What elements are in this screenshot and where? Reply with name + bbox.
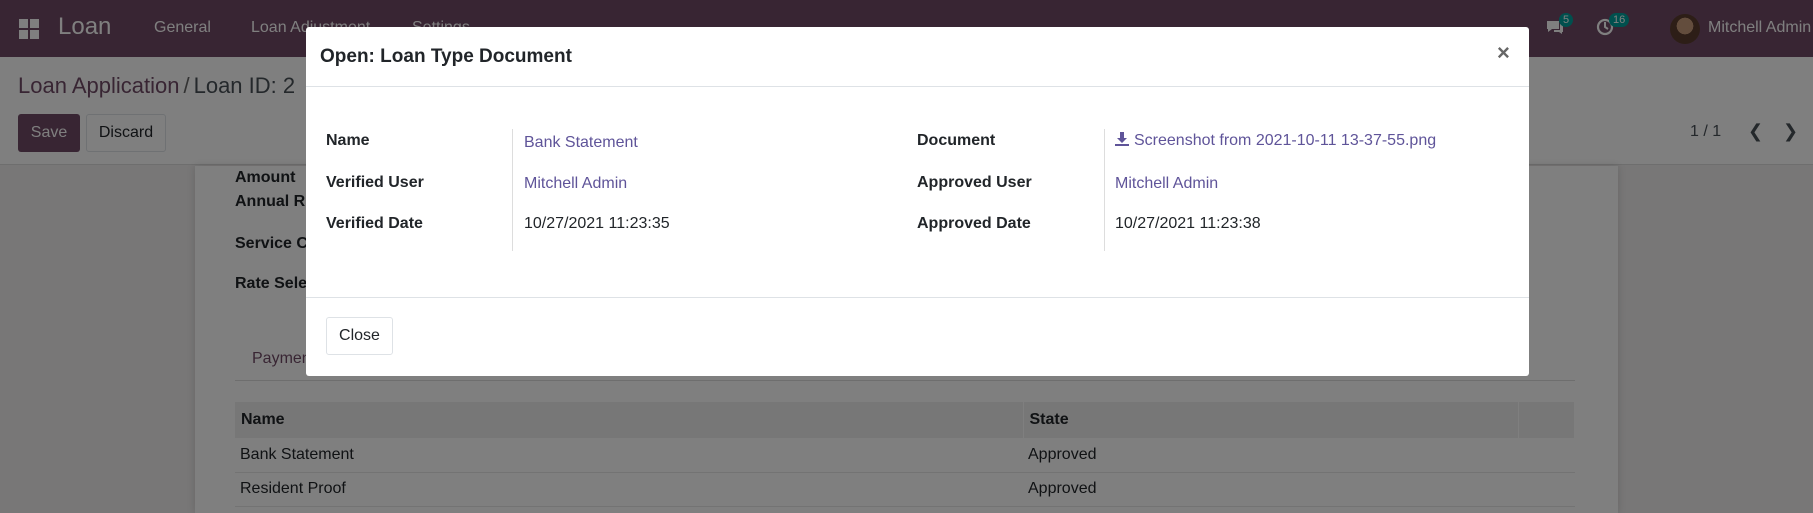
- label-approved-user: Approved User: [917, 174, 1032, 191]
- label-verified-date: Verified Date: [326, 215, 423, 232]
- value-approved-user-link[interactable]: Mitchell Admin: [1115, 175, 1218, 193]
- label-verified-user: Verified User: [326, 174, 424, 191]
- value-verified-user-link[interactable]: Mitchell Admin: [524, 175, 627, 193]
- document-download-link[interactable]: Screenshot from 2021-10-11 13-37-55.png: [1115, 132, 1436, 150]
- label-document: Document: [917, 132, 996, 149]
- modal-title: Open: Loan Type Document: [320, 46, 572, 67]
- right-field-divider: [1104, 129, 1105, 251]
- close-icon[interactable]: ×: [1497, 40, 1510, 66]
- value-verified-date: 10/27/2021 11:23:35: [524, 215, 670, 232]
- download-icon: [1115, 132, 1129, 146]
- value-name-link[interactable]: Bank Statement: [524, 134, 638, 152]
- value-approved-date: 10/27/2021 11:23:38: [1115, 215, 1261, 232]
- document-filename: Screenshot from 2021-10-11 13-37-55.png: [1134, 132, 1437, 149]
- left-field-divider: [512, 129, 513, 251]
- loan-type-document-dialog: Open: Loan Type Document × Name Verified…: [306, 27, 1529, 376]
- modal-footer: Close: [306, 297, 1529, 376]
- close-button[interactable]: Close: [326, 317, 393, 355]
- label-name: Name: [326, 132, 370, 149]
- label-approved-date: Approved Date: [917, 215, 1031, 232]
- modal-header: Open: Loan Type Document ×: [306, 27, 1529, 87]
